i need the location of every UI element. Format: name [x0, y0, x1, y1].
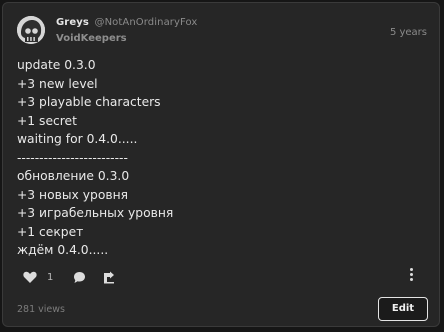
like-count: 1: [47, 272, 54, 283]
author-handle[interactable]: @NotAnOrdinaryFox: [95, 17, 198, 28]
post-actions: 1: [3, 265, 439, 289]
post-body: update 0.3.0 +3 new level +3 playable ch…: [17, 56, 173, 260]
post-line: обновление 0.3.0: [17, 169, 130, 183]
share-icon[interactable]: [103, 269, 115, 288]
post-line: +3 playable characters: [17, 95, 161, 109]
post-line: +3 играбельных уровня: [17, 206, 174, 220]
post-line: +1 secret: [17, 113, 77, 128]
post-line: update 0.3.0: [17, 58, 96, 72]
author-name[interactable]: Greys: [56, 17, 89, 28]
heart-icon[interactable]: [23, 269, 37, 288]
view-count: 281 views: [17, 304, 65, 315]
post-line: ждём 0.4.0.....: [17, 243, 109, 257]
comment-icon[interactable]: [73, 269, 86, 288]
post-line: +1 секрет: [17, 224, 84, 239]
post-timestamp: 5 years: [389, 27, 427, 38]
group-name[interactable]: VoidKeepers: [56, 33, 127, 44]
post-line: +3 new level: [17, 76, 98, 91]
edit-button[interactable]: Edit: [378, 297, 428, 321]
author-avatar[interactable]: [17, 16, 45, 44]
post-card: Greys @NotAnOrdinaryFox VoidKeepers 5 ye…: [2, 2, 440, 327]
author-line[interactable]: Greys @NotAnOrdinaryFox: [56, 17, 197, 28]
post-line: waiting for 0.4.0.....: [17, 132, 138, 146]
post-line: -------------------------: [17, 150, 128, 165]
post-line: +3 новых уровня: [17, 187, 129, 202]
more-vertical-icon[interactable]: [410, 268, 414, 283]
